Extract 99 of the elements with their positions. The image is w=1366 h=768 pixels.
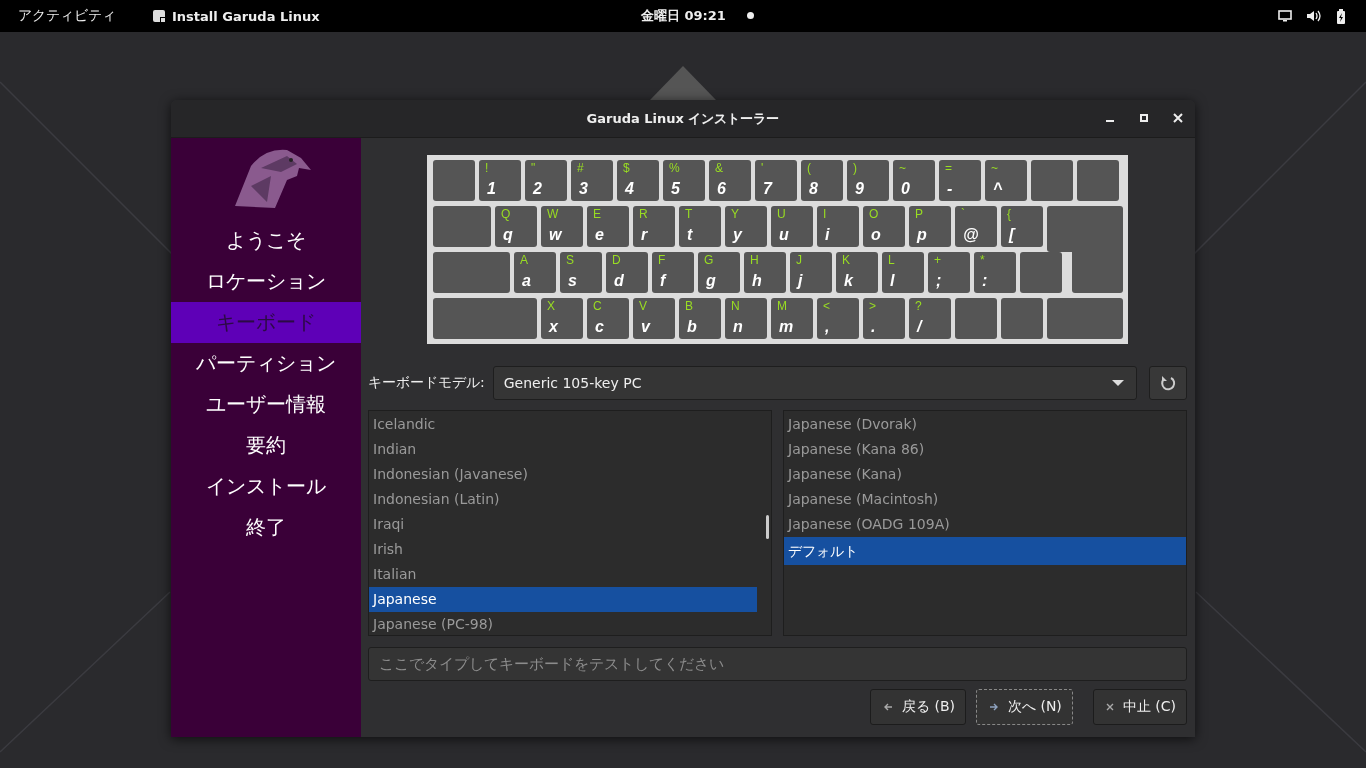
sidebar-item[interactable]: パーティション: [171, 343, 361, 384]
layout-list-item[interactable]: Icelandic: [369, 412, 771, 437]
key: [1077, 160, 1119, 201]
key: [1020, 252, 1062, 293]
key: M m: [771, 298, 813, 339]
window-title: Garuda Linux インストーラー: [586, 109, 780, 128]
key: [955, 298, 997, 339]
key: + ;: [928, 252, 970, 293]
key: Y y: [725, 206, 767, 247]
variant-list-item[interactable]: Japanese (Kana): [784, 462, 1186, 487]
key: < ,: [817, 298, 859, 339]
key: W w: [541, 206, 583, 247]
sidebar-item[interactable]: ようこそ: [171, 220, 361, 261]
wallpaper-triangle-drawing: [650, 66, 716, 100]
key: H h: [744, 252, 786, 293]
key: # 3: [571, 160, 613, 201]
key: U u: [771, 206, 813, 247]
layout-list-item[interactable]: Irish: [369, 537, 771, 562]
keyboard-test-field[interactable]: ここでタイプしてキーボードをテストしてください: [368, 647, 1187, 681]
dropdown-caret-icon: [1112, 379, 1124, 387]
battery-icon[interactable]: [1336, 8, 1346, 24]
key: & 6: [709, 160, 751, 201]
keyboard-model-dropdown[interactable]: Generic 105-key PC: [492, 366, 1137, 400]
key: A a: [514, 252, 556, 293]
close-icon[interactable]: [1173, 113, 1183, 123]
key: { [: [1001, 206, 1043, 247]
variant-list-item[interactable]: Japanese (OADG 109A): [784, 512, 1186, 537]
key: % 5: [663, 160, 705, 201]
activities-button[interactable]: アクティビティ: [18, 7, 116, 25]
key: " 2: [525, 160, 567, 201]
cross-icon: [1105, 703, 1114, 711]
key: V v: [633, 298, 675, 339]
layout-list-item[interactable]: Iraqi: [369, 512, 771, 537]
key: ? /: [909, 298, 951, 339]
layout-list-item[interactable]: Indonesian (Latin): [369, 487, 771, 512]
key: ! 1: [479, 160, 521, 201]
layout-list-item[interactable]: Japanese (PC-98): [369, 612, 771, 637]
key: J j: [790, 252, 832, 293]
key: R r: [633, 206, 675, 247]
key: ) 9: [847, 160, 889, 201]
key: O o: [863, 206, 905, 247]
volume-icon[interactable]: [1306, 9, 1322, 23]
key: ~ ^: [985, 160, 1027, 201]
layout-list-item[interactable]: Indonesian (Javanese): [369, 462, 771, 487]
key: E e: [587, 206, 629, 247]
scrollbar[interactable]: [766, 515, 769, 539]
refresh-icon: [1159, 374, 1177, 392]
key: ( 8: [801, 160, 843, 201]
key: [1072, 252, 1123, 293]
key: C c: [587, 298, 629, 339]
key: ~ 0: [893, 160, 935, 201]
maximize-icon[interactable]: [1139, 113, 1149, 123]
variant-list-item[interactable]: Japanese (Dvorak): [784, 412, 1186, 437]
sidebar-item[interactable]: 要約: [171, 425, 361, 466]
key: $ 4: [617, 160, 659, 201]
key: F f: [652, 252, 694, 293]
key: X x: [541, 298, 583, 339]
key: T t: [679, 206, 721, 247]
key: S s: [560, 252, 602, 293]
sidebar-item[interactable]: インストール: [171, 466, 361, 507]
key: G g: [698, 252, 740, 293]
left-arrow-icon: [883, 702, 893, 712]
wizard-button[interactable]: 戻る (B): [870, 689, 966, 725]
layout-list-item[interactable]: Japanese: [369, 587, 757, 612]
key: * :: [974, 252, 1016, 293]
layout-list-item[interactable]: Italian: [369, 562, 771, 587]
key: I i: [817, 206, 859, 247]
key: L l: [882, 252, 924, 293]
key: D d: [606, 252, 648, 293]
app-menu-button[interactable]: Install Garuda Linux: [172, 8, 320, 24]
key: N n: [725, 298, 767, 339]
wizard-button[interactable]: 次へ (N): [976, 689, 1073, 725]
sidebar-item[interactable]: ユーザー情報: [171, 384, 361, 425]
wizard-button[interactable]: 中止 (C): [1092, 689, 1187, 725]
key: [1001, 298, 1043, 339]
variant-list-item[interactable]: デフォルト: [784, 537, 1186, 565]
key: [433, 160, 475, 201]
key: [1031, 160, 1073, 201]
key: Q q: [495, 206, 537, 247]
right-arrow-icon: [989, 702, 999, 712]
key: ' 7: [755, 160, 797, 201]
variant-list-item[interactable]: Japanese (Macintosh): [784, 487, 1186, 512]
reset-button[interactable]: [1149, 366, 1187, 400]
keyboard-model-label: キーボードモデル:: [368, 374, 485, 392]
installer-icon: [152, 9, 166, 23]
key: ` @: [955, 206, 997, 247]
clock[interactable]: 金曜日 09:21: [641, 7, 726, 25]
sidebar-item[interactable]: 終了: [171, 507, 361, 548]
key: K k: [836, 252, 878, 293]
key: = -: [939, 160, 981, 201]
layout-list-item[interactable]: Indian: [369, 437, 771, 462]
notification-dot-icon: [747, 12, 754, 19]
screen-icon[interactable]: [1278, 10, 1292, 22]
key: [433, 206, 491, 247]
sidebar-item[interactable]: ロケーション: [171, 261, 361, 302]
key: P p: [909, 206, 951, 247]
key: > .: [863, 298, 905, 339]
key: B b: [679, 298, 721, 339]
variant-list-item[interactable]: Japanese (Kana 86): [784, 437, 1186, 462]
